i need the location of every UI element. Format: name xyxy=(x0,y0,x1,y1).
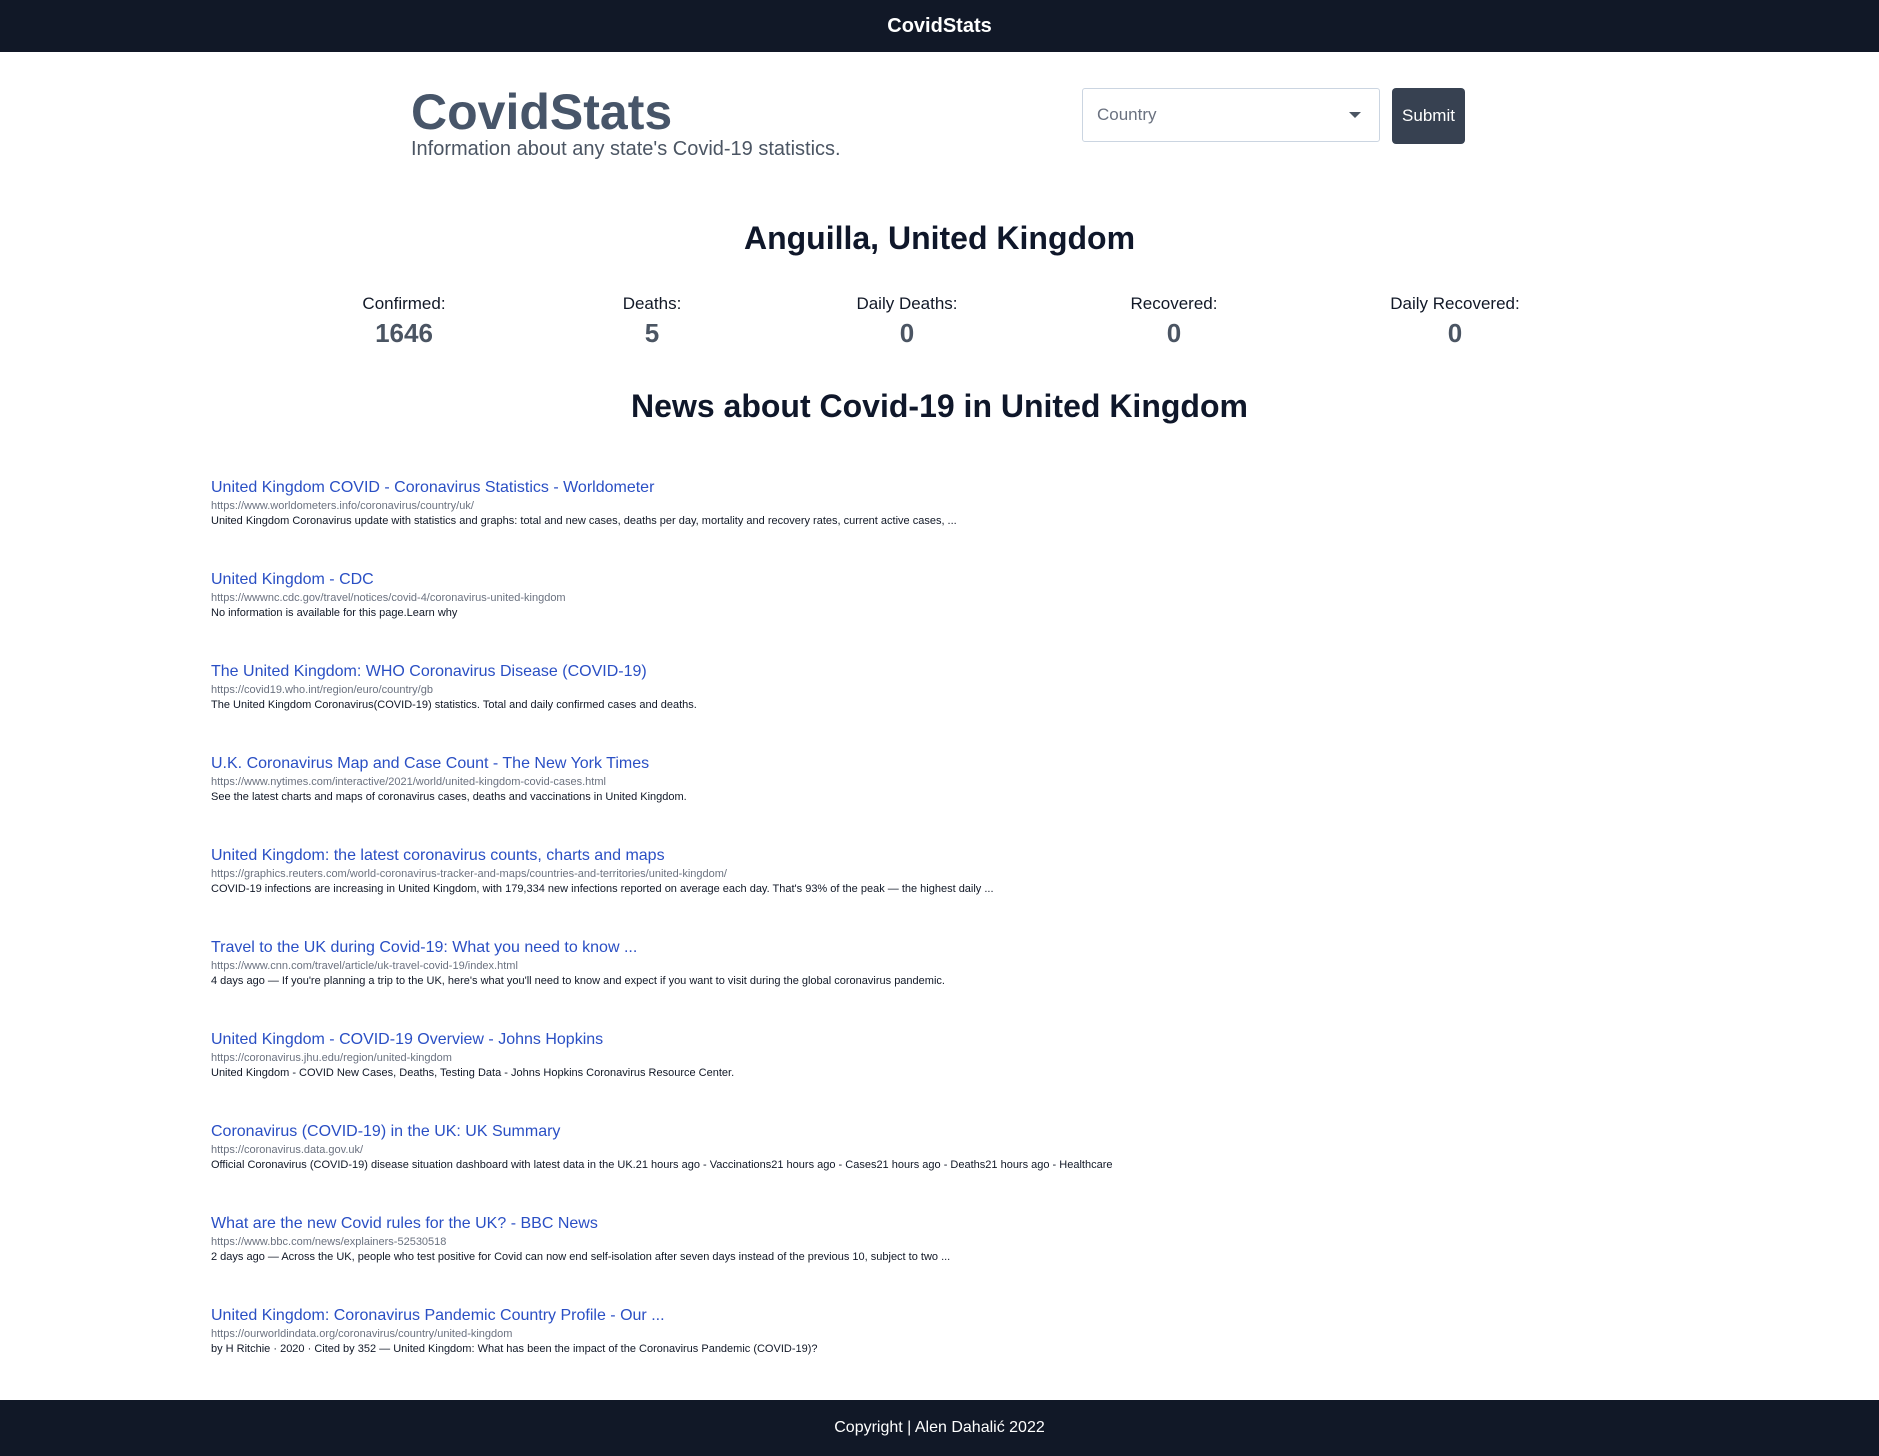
copyright-text: Copyright | Alen Dahalić 2022 xyxy=(834,1419,1045,1436)
news-title-link[interactable]: United Kingdom - COVID-19 Overview - Joh… xyxy=(211,1030,1611,1050)
news-url: https://wwwnc.cdc.gov/travel/notices/cov… xyxy=(211,592,566,604)
brand-header: CovidStats Information about any state's… xyxy=(411,84,841,161)
news-title-link[interactable]: U.K. Coronavirus Map and Case Count - Th… xyxy=(211,754,1611,774)
news-snippet: United Kingdom - COVID New Cases, Deaths… xyxy=(211,1067,735,1079)
page-title: CovidStats xyxy=(411,84,673,140)
news-item: The United Kingdom: WHO Coronavirus Dise… xyxy=(211,662,1611,754)
stat-label: Confirmed: xyxy=(362,294,446,313)
stat-daily-deaths: Daily Deaths: 0 xyxy=(807,294,1007,349)
news-title-link[interactable]: Travel to the UK during Covid-19: What y… xyxy=(211,938,1611,958)
news-snippet: Official Coronavirus (COVID-19) disease … xyxy=(211,1159,1113,1171)
news-title-link[interactable]: What are the new Covid rules for the UK?… xyxy=(211,1214,1611,1234)
news-title-link[interactable]: The United Kingdom: WHO Coronavirus Dise… xyxy=(211,662,1611,682)
news-url: https://www.cnn.com/travel/article/uk-tr… xyxy=(211,960,518,972)
news-snippet: COVID-19 infections are increasing in Un… xyxy=(211,883,994,895)
stat-recovered: Recovered: 0 xyxy=(1074,294,1274,349)
top-navbar: CovidStats xyxy=(0,0,1879,52)
stat-value: 0 xyxy=(1447,318,1463,348)
news-item: United Kingdom: Coronavirus Pandemic Cou… xyxy=(211,1306,1611,1398)
news-snippet: United Kingdom Coronavirus update with s… xyxy=(211,515,957,527)
news-title-link[interactable]: United Kingdom - CDC xyxy=(211,570,1611,590)
news-url: https://www.worldometers.info/coronaviru… xyxy=(211,500,474,512)
stat-label: Daily Deaths: xyxy=(856,294,958,313)
news-url: https://www.nytimes.com/interactive/2021… xyxy=(211,776,606,788)
news-item: Coronavirus (COVID-19) in the UK: UK Sum… xyxy=(211,1122,1611,1214)
submit-button[interactable]: Submit xyxy=(1392,88,1465,144)
navbar-title[interactable]: CovidStats xyxy=(887,15,991,38)
news-item: U.K. Coronavirus Map and Case Count - Th… xyxy=(211,754,1611,846)
stat-confirmed: Confirmed: 1646 xyxy=(304,294,504,349)
news-url: https://coronavirus.data.gov.uk/ xyxy=(211,1144,364,1156)
news-title-link[interactable]: United Kingdom: the latest coronavirus c… xyxy=(211,846,1611,866)
stats-row: Confirmed: 1646 Deaths: 5 Daily Deaths: … xyxy=(0,294,1879,354)
stat-value: 0 xyxy=(899,318,915,348)
news-url: https://graphics.reuters.com/world-coron… xyxy=(211,868,727,880)
news-title-link[interactable]: United Kingdom: Coronavirus Pandemic Cou… xyxy=(211,1306,1611,1326)
news-item: Travel to the UK during Covid-19: What y… xyxy=(211,938,1611,1030)
location-heading: Anguilla, United Kingdom xyxy=(743,220,1136,256)
stat-value: 0 xyxy=(1166,318,1182,348)
country-form: Country Submit xyxy=(1082,88,1465,144)
stat-label: Daily Recovered: xyxy=(1390,294,1520,313)
news-snippet: 2 days ago — Across the UK, people who t… xyxy=(211,1251,951,1263)
footer: Copyright | Alen Dahalić 2022 xyxy=(0,1400,1879,1456)
news-item: United Kingdom COVID - Coronavirus Stati… xyxy=(211,478,1611,570)
stat-label: Recovered: xyxy=(1130,294,1218,313)
stat-deaths: Deaths: 5 xyxy=(552,294,752,349)
news-snippet: No information is available for this pag… xyxy=(211,607,458,619)
stat-daily-recovered: Daily Recovered: 0 xyxy=(1355,294,1555,349)
news-item: United Kingdom - COVID-19 Overview - Joh… xyxy=(211,1030,1611,1122)
stat-value: 5 xyxy=(644,318,660,348)
country-select-placeholder: Country xyxy=(1097,105,1157,124)
news-list: United Kingdom COVID - Coronavirus Stati… xyxy=(211,478,1611,1398)
stat-value: 1646 xyxy=(375,318,433,348)
news-snippet: The United Kingdom Coronavirus(COVID-19)… xyxy=(211,699,697,711)
news-url: https://coronavirus.jhu.edu/region/unite… xyxy=(211,1052,452,1064)
news-snippet: See the latest charts and maps of corona… xyxy=(211,791,687,803)
news-snippet: by H Ritchie · 2020 · Cited by 352 — Uni… xyxy=(211,1343,818,1355)
chevron-down-icon xyxy=(1349,112,1361,118)
country-select[interactable]: Country xyxy=(1082,88,1380,142)
news-item: United Kingdom - CDC https://wwwnc.cdc.g… xyxy=(211,570,1611,662)
news-url: https://covid19.who.int/region/euro/coun… xyxy=(211,684,433,696)
news-url: https://ourworldindata.org/coronavirus/c… xyxy=(211,1328,513,1340)
news-title-link[interactable]: United Kingdom COVID - Coronavirus Stati… xyxy=(211,478,1611,498)
news-heading: News about Covid-19 in United Kingdom xyxy=(631,388,1248,424)
news-title-link[interactable]: Coronavirus (COVID-19) in the UK: UK Sum… xyxy=(211,1122,1611,1142)
news-url: https://www.bbc.com/news/explainers-5253… xyxy=(211,1236,447,1248)
news-snippet: 4 days ago — If you're planning a trip t… xyxy=(211,975,945,987)
news-item: What are the new Covid rules for the UK?… xyxy=(211,1214,1611,1306)
news-item: United Kingdom: the latest coronavirus c… xyxy=(211,846,1611,938)
page-subtitle: Information about any state's Covid-19 s… xyxy=(411,138,841,160)
stat-label: Deaths: xyxy=(622,294,682,313)
